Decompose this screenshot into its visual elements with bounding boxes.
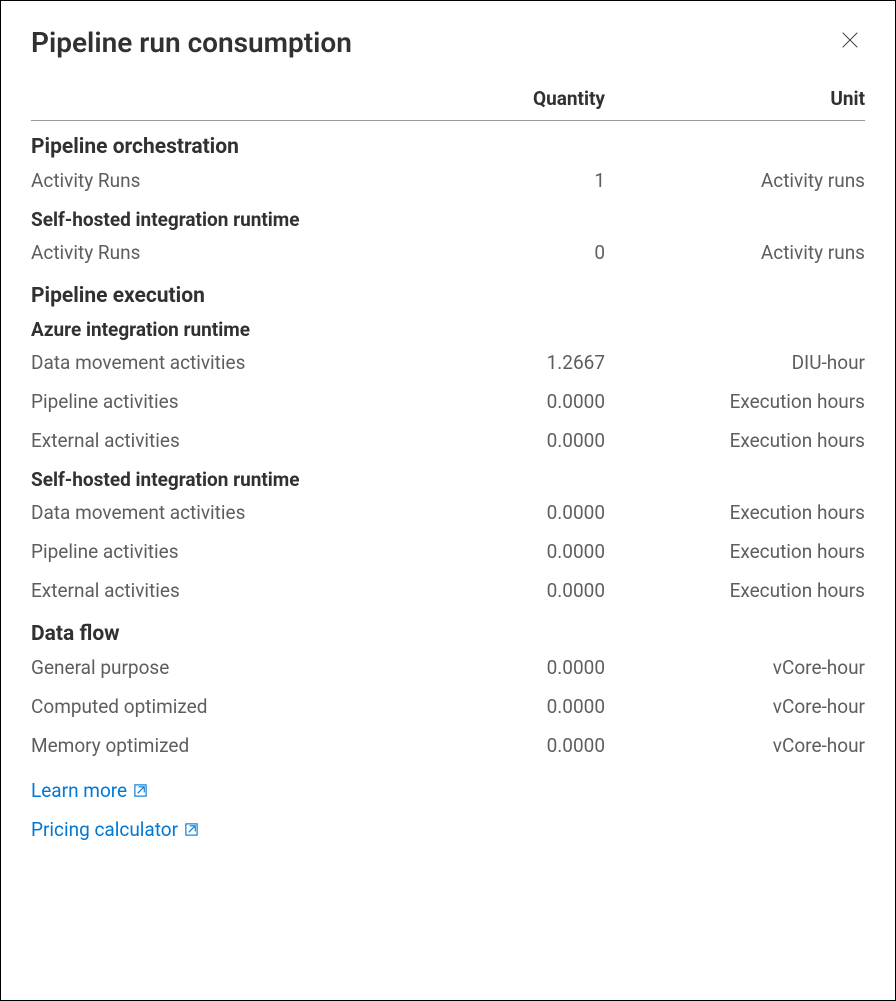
sub-section-title: Self-hosted integration runtime [31, 208, 865, 231]
link-label: Learn more [31, 779, 127, 802]
section-pipeline-orchestration: Pipeline orchestration Activity Runs 1 A… [31, 135, 865, 264]
table-row: Activity Runs 0 Activity runs [31, 241, 865, 264]
row-unit: Execution hours [605, 429, 865, 452]
row-unit: vCore-hour [605, 656, 865, 679]
sub-section-title: Azure integration runtime [31, 318, 865, 341]
row-label: External activities [31, 579, 425, 602]
row-unit: Execution hours [605, 579, 865, 602]
table-row: Data movement activities 0.0000 Executio… [31, 501, 865, 524]
section-data-flow: Data flow General purpose 0.0000 vCore-h… [31, 622, 865, 757]
row-quantity: 1.2667 [425, 351, 605, 374]
row-label: Data movement activities [31, 501, 425, 524]
table-row: Computed optimized 0.0000 vCore-hour [31, 695, 865, 718]
row-unit: Execution hours [605, 390, 865, 413]
sub-section-title: Self-hosted integration runtime [31, 468, 865, 491]
table-row: Memory optimized 0.0000 vCore-hour [31, 734, 865, 757]
learn-more-link[interactable]: Learn more [31, 779, 865, 802]
col-header-quantity: Quantity [425, 87, 605, 110]
table-row: Pipeline activities 0.0000 Execution hou… [31, 390, 865, 413]
external-link-icon [184, 822, 199, 837]
table-row: External activities 0.0000 Execution hou… [31, 579, 865, 602]
row-quantity: 0.0000 [425, 695, 605, 718]
row-quantity: 1 [425, 169, 605, 192]
table-row: Activity Runs 1 Activity runs [31, 169, 865, 192]
table-row: Pipeline activities 0.0000 Execution hou… [31, 540, 865, 563]
row-label: Activity Runs [31, 241, 425, 264]
row-unit: vCore-hour [605, 734, 865, 757]
table-header-row: Quantity Unit [31, 87, 865, 121]
row-label: Data movement activities [31, 351, 425, 374]
section-title: Data flow [31, 622, 865, 646]
row-quantity: 0.0000 [425, 656, 605, 679]
row-label: Activity Runs [31, 169, 425, 192]
row-quantity: 0.0000 [425, 390, 605, 413]
section-title: Pipeline execution [31, 284, 865, 308]
row-label: Memory optimized [31, 734, 425, 757]
col-label-spacer [31, 87, 425, 110]
section-pipeline-execution: Pipeline execution Azure integration run… [31, 284, 865, 602]
row-quantity: 0.0000 [425, 540, 605, 563]
row-unit: Execution hours [605, 501, 865, 524]
col-header-unit: Unit [605, 87, 865, 110]
row-quantity: 0.0000 [425, 734, 605, 757]
row-label: External activities [31, 429, 425, 452]
row-label: Pipeline activities [31, 540, 425, 563]
row-quantity: 0 [425, 241, 605, 264]
row-quantity: 0.0000 [425, 579, 605, 602]
row-unit: DIU-hour [605, 351, 865, 374]
pricing-calculator-link[interactable]: Pricing calculator [31, 818, 865, 841]
row-quantity: 0.0000 [425, 501, 605, 524]
page-title: Pipeline run consumption [31, 26, 352, 59]
row-label: General purpose [31, 656, 425, 679]
row-unit: Execution hours [605, 540, 865, 563]
panel-header: Pipeline run consumption [31, 25, 865, 59]
links-section: Learn more Pricing calculator [31, 779, 865, 841]
link-label: Pricing calculator [31, 818, 178, 841]
table-row: External activities 0.0000 Execution hou… [31, 429, 865, 452]
close-button[interactable] [835, 25, 865, 59]
close-icon [839, 29, 861, 51]
row-unit: Activity runs [605, 241, 865, 264]
row-unit: Activity runs [605, 169, 865, 192]
row-unit: vCore-hour [605, 695, 865, 718]
section-title: Pipeline orchestration [31, 135, 865, 159]
external-link-icon [133, 783, 148, 798]
row-label: Pipeline activities [31, 390, 425, 413]
row-label: Computed optimized [31, 695, 425, 718]
table-row: General purpose 0.0000 vCore-hour [31, 656, 865, 679]
table-row: Data movement activities 1.2667 DIU-hour [31, 351, 865, 374]
row-quantity: 0.0000 [425, 429, 605, 452]
